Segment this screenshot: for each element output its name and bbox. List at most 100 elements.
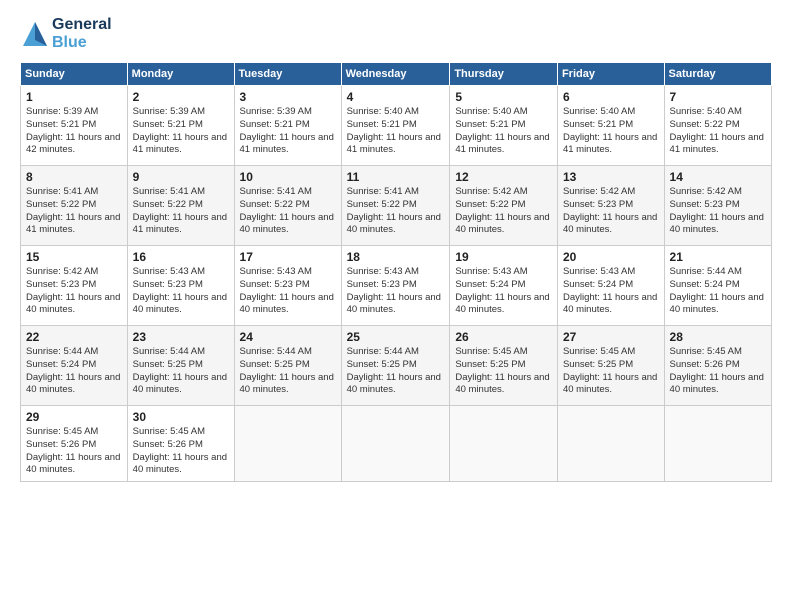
day-info: Sunrise: 5:44 AMSunset: 5:24 PMDaylight:… [26, 346, 120, 395]
day-number: 29 [26, 410, 122, 424]
day-number: 15 [26, 250, 122, 264]
day-info: Sunrise: 5:45 AMSunset: 5:25 PMDaylight:… [455, 346, 549, 395]
day-info: Sunrise: 5:43 AMSunset: 5:23 PMDaylight:… [240, 266, 334, 315]
day-info: Sunrise: 5:42 AMSunset: 5:23 PMDaylight:… [563, 186, 657, 235]
calendar-cell: 23 Sunrise: 5:44 AMSunset: 5:25 PMDaylig… [127, 326, 234, 406]
day-number: 11 [347, 170, 445, 184]
day-info: Sunrise: 5:45 AMSunset: 5:25 PMDaylight:… [563, 346, 657, 395]
day-number: 20 [563, 250, 659, 264]
calendar-cell: 29 Sunrise: 5:45 AMSunset: 5:26 PMDaylig… [21, 406, 128, 482]
calendar-cell: 9 Sunrise: 5:41 AMSunset: 5:22 PMDayligh… [127, 166, 234, 246]
calendar-cell: 26 Sunrise: 5:45 AMSunset: 5:25 PMDaylig… [450, 326, 558, 406]
calendar-cell: 13 Sunrise: 5:42 AMSunset: 5:23 PMDaylig… [557, 166, 664, 246]
calendar-table: Sunday Monday Tuesday Wednesday Thursday… [20, 62, 772, 482]
calendar-cell: 2 Sunrise: 5:39 AMSunset: 5:21 PMDayligh… [127, 86, 234, 166]
weekday-header-row: Sunday Monday Tuesday Wednesday Thursday… [21, 63, 772, 86]
day-info: Sunrise: 5:43 AMSunset: 5:24 PMDaylight:… [455, 266, 549, 315]
calendar-cell: 3 Sunrise: 5:39 AMSunset: 5:21 PMDayligh… [234, 86, 341, 166]
header-tuesday: Tuesday [234, 63, 341, 86]
day-number: 2 [133, 90, 229, 104]
calendar-cell [450, 406, 558, 482]
calendar-cell [234, 406, 341, 482]
day-info: Sunrise: 5:44 AMSunset: 5:25 PMDaylight:… [133, 346, 227, 395]
day-number: 26 [455, 330, 552, 344]
calendar-cell: 22 Sunrise: 5:44 AMSunset: 5:24 PMDaylig… [21, 326, 128, 406]
day-number: 6 [563, 90, 659, 104]
logo-text: General Blue [52, 16, 112, 52]
logo-icon [20, 19, 50, 49]
header-friday: Friday [557, 63, 664, 86]
calendar-cell: 5 Sunrise: 5:40 AMSunset: 5:21 PMDayligh… [450, 86, 558, 166]
day-info: Sunrise: 5:40 AMSunset: 5:22 PMDaylight:… [670, 106, 764, 155]
header-wednesday: Wednesday [341, 63, 450, 86]
day-info: Sunrise: 5:41 AMSunset: 5:22 PMDaylight:… [240, 186, 334, 235]
day-number: 9 [133, 170, 229, 184]
day-info: Sunrise: 5:39 AMSunset: 5:21 PMDaylight:… [240, 106, 334, 155]
day-info: Sunrise: 5:45 AMSunset: 5:26 PMDaylight:… [670, 346, 764, 395]
day-info: Sunrise: 5:41 AMSunset: 5:22 PMDaylight:… [26, 186, 120, 235]
day-info: Sunrise: 5:40 AMSunset: 5:21 PMDaylight:… [455, 106, 549, 155]
day-number: 16 [133, 250, 229, 264]
day-number: 5 [455, 90, 552, 104]
day-number: 24 [240, 330, 336, 344]
calendar-cell: 16 Sunrise: 5:43 AMSunset: 5:23 PMDaylig… [127, 246, 234, 326]
calendar-cell: 27 Sunrise: 5:45 AMSunset: 5:25 PMDaylig… [557, 326, 664, 406]
day-info: Sunrise: 5:39 AMSunset: 5:21 PMDaylight:… [26, 106, 120, 155]
day-info: Sunrise: 5:40 AMSunset: 5:21 PMDaylight:… [563, 106, 657, 155]
day-info: Sunrise: 5:40 AMSunset: 5:21 PMDaylight:… [347, 106, 441, 155]
day-number: 19 [455, 250, 552, 264]
day-number: 3 [240, 90, 336, 104]
day-number: 22 [26, 330, 122, 344]
calendar-cell: 20 Sunrise: 5:43 AMSunset: 5:24 PMDaylig… [557, 246, 664, 326]
day-number: 28 [670, 330, 766, 344]
header-thursday: Thursday [450, 63, 558, 86]
day-number: 25 [347, 330, 445, 344]
day-number: 21 [670, 250, 766, 264]
day-info: Sunrise: 5:44 AMSunset: 5:24 PMDaylight:… [670, 266, 764, 315]
calendar-cell: 21 Sunrise: 5:44 AMSunset: 5:24 PMDaylig… [664, 246, 771, 326]
calendar-cell: 30 Sunrise: 5:45 AMSunset: 5:26 PMDaylig… [127, 406, 234, 482]
calendar-cell: 14 Sunrise: 5:42 AMSunset: 5:23 PMDaylig… [664, 166, 771, 246]
header-sunday: Sunday [21, 63, 128, 86]
calendar-cell: 24 Sunrise: 5:44 AMSunset: 5:25 PMDaylig… [234, 326, 341, 406]
calendar-cell: 4 Sunrise: 5:40 AMSunset: 5:21 PMDayligh… [341, 86, 450, 166]
day-number: 8 [26, 170, 122, 184]
calendar-cell [341, 406, 450, 482]
calendar-cell: 10 Sunrise: 5:41 AMSunset: 5:22 PMDaylig… [234, 166, 341, 246]
day-info: Sunrise: 5:45 AMSunset: 5:26 PMDaylight:… [133, 426, 227, 475]
day-info: Sunrise: 5:41 AMSunset: 5:22 PMDaylight:… [133, 186, 227, 235]
calendar-cell: 15 Sunrise: 5:42 AMSunset: 5:23 PMDaylig… [21, 246, 128, 326]
day-number: 4 [347, 90, 445, 104]
day-number: 7 [670, 90, 766, 104]
day-number: 1 [26, 90, 122, 104]
calendar-cell: 8 Sunrise: 5:41 AMSunset: 5:22 PMDayligh… [21, 166, 128, 246]
calendar-cell: 12 Sunrise: 5:42 AMSunset: 5:22 PMDaylig… [450, 166, 558, 246]
day-info: Sunrise: 5:42 AMSunset: 5:22 PMDaylight:… [455, 186, 549, 235]
day-info: Sunrise: 5:41 AMSunset: 5:22 PMDaylight:… [347, 186, 441, 235]
day-info: Sunrise: 5:42 AMSunset: 5:23 PMDaylight:… [26, 266, 120, 315]
day-number: 23 [133, 330, 229, 344]
day-info: Sunrise: 5:43 AMSunset: 5:23 PMDaylight:… [133, 266, 227, 315]
day-number: 30 [133, 410, 229, 424]
calendar-cell: 7 Sunrise: 5:40 AMSunset: 5:22 PMDayligh… [664, 86, 771, 166]
calendar-cell: 18 Sunrise: 5:43 AMSunset: 5:23 PMDaylig… [341, 246, 450, 326]
day-info: Sunrise: 5:44 AMSunset: 5:25 PMDaylight:… [347, 346, 441, 395]
day-info: Sunrise: 5:45 AMSunset: 5:26 PMDaylight:… [26, 426, 120, 475]
day-info: Sunrise: 5:43 AMSunset: 5:23 PMDaylight:… [347, 266, 441, 315]
day-number: 27 [563, 330, 659, 344]
day-number: 14 [670, 170, 766, 184]
day-info: Sunrise: 5:44 AMSunset: 5:25 PMDaylight:… [240, 346, 334, 395]
header-saturday: Saturday [664, 63, 771, 86]
day-number: 17 [240, 250, 336, 264]
calendar-cell: 17 Sunrise: 5:43 AMSunset: 5:23 PMDaylig… [234, 246, 341, 326]
calendar-cell: 19 Sunrise: 5:43 AMSunset: 5:24 PMDaylig… [450, 246, 558, 326]
calendar-cell: 28 Sunrise: 5:45 AMSunset: 5:26 PMDaylig… [664, 326, 771, 406]
calendar-cell [664, 406, 771, 482]
day-number: 10 [240, 170, 336, 184]
day-number: 12 [455, 170, 552, 184]
logo: General Blue [20, 16, 112, 52]
calendar-cell [557, 406, 664, 482]
header-monday: Monday [127, 63, 234, 86]
calendar-cell: 25 Sunrise: 5:44 AMSunset: 5:25 PMDaylig… [341, 326, 450, 406]
calendar-cell: 6 Sunrise: 5:40 AMSunset: 5:21 PMDayligh… [557, 86, 664, 166]
